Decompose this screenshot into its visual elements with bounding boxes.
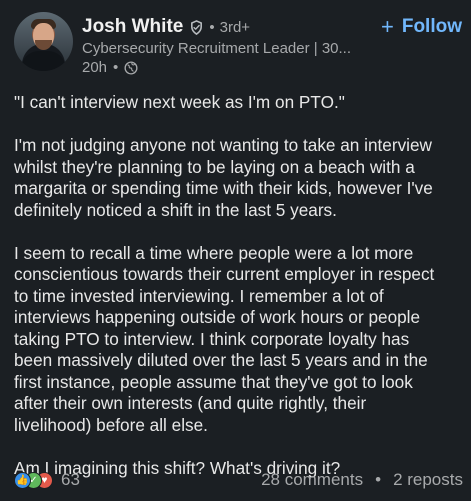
post-header: Josh White • 3rd+ + Follow Cybersecurity…: [14, 12, 462, 76]
name-separator: •: [209, 18, 215, 36]
like-icon: 👍: [14, 471, 31, 489]
follow-button[interactable]: + Follow: [381, 14, 462, 40]
post-meta: 20h •: [82, 59, 138, 76]
verified-badge-icon: [189, 19, 204, 35]
post-paragraph: I'm not judging anyone not wanting to ta…: [14, 135, 433, 220]
post-social-counts: 👍 ✓ ♥ 63 28 comments • 2 reposts: [14, 470, 463, 490]
author-headline: Cybersecurity Recruitment Leader | 30...: [82, 40, 352, 57]
connection-degree: 3rd+: [219, 18, 251, 36]
avatar[interactable]: [14, 12, 73, 71]
linkedin-post: Josh White • 3rd+ + Follow Cybersecurity…: [0, 0, 471, 489]
author-name-row: Josh White • 3rd+: [82, 14, 250, 40]
follow-label: Follow: [401, 16, 462, 37]
post-paragraph: "I can't interview next week as I'm on P…: [14, 92, 345, 112]
author-name[interactable]: Josh White: [82, 16, 183, 38]
post-content: "I can't interview next week as I'm on P…: [14, 92, 459, 501]
comments-count[interactable]: 28 comments: [261, 470, 363, 490]
plus-icon: +: [380, 14, 394, 39]
meta-separator: •: [113, 59, 119, 76]
reposts-count[interactable]: 2 reposts: [393, 470, 463, 490]
stats-separator: •: [375, 470, 382, 489]
avatar-body: [21, 51, 66, 71]
reaction-count: 63: [61, 470, 80, 489]
post-time: 20h: [82, 59, 108, 76]
post-paragraph: I seem to recall a time where people wer…: [14, 242, 435, 435]
reactions-summary[interactable]: 👍 ✓ ♥ 63: [14, 470, 80, 490]
avatar-beard: [35, 40, 52, 50]
globe-icon: [124, 60, 138, 75]
